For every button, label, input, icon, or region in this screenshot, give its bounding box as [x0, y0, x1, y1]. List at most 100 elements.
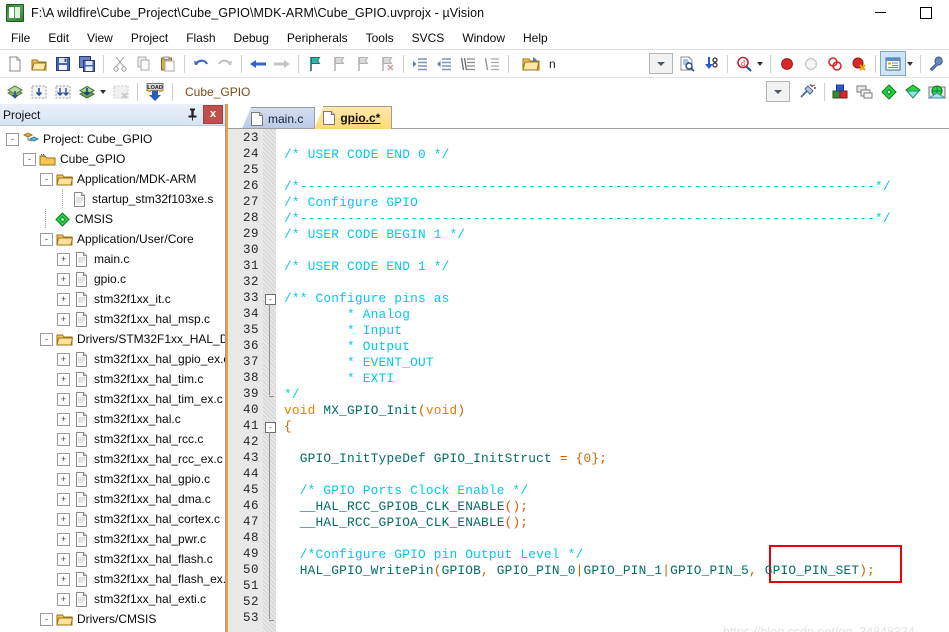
- tree-item[interactable]: + gpio.c: [0, 269, 225, 289]
- collapse-toggle-icon[interactable]: -: [40, 172, 53, 186]
- tree-item[interactable]: + stm32f1xx_hal_tim_ex.c: [0, 389, 225, 409]
- tab-gpio-c[interactable]: gpio.c*: [314, 106, 393, 129]
- code-editor[interactable]: 23 24 25 26 27 28 29 30 31 32 33-34 35 36 37 38 39 40 41-…: [228, 129, 949, 632]
- expand-toggle-icon[interactable]: +: [57, 352, 70, 366]
- collapse-toggle-icon[interactable]: -: [40, 332, 53, 346]
- tree-item[interactable]: + stm32f1xx_hal.c: [0, 409, 225, 429]
- find-dropdown-caret[interactable]: [757, 61, 763, 66]
- target-options-icon[interactable]: [796, 80, 820, 103]
- menu-flash[interactable]: Flash: [177, 28, 224, 48]
- menu-debug[interactable]: Debug: [225, 28, 278, 48]
- outdent-icon[interactable]: [432, 52, 456, 75]
- target-select-dropdown[interactable]: [766, 81, 790, 102]
- kill-all-breakpoints-icon[interactable]: [847, 52, 871, 75]
- open-file-icon[interactable]: [27, 52, 51, 75]
- tree-item[interactable]: - Drivers/CMSIS: [0, 609, 225, 629]
- menu-peripherals[interactable]: Peripherals: [278, 28, 357, 48]
- paste-icon[interactable]: [156, 52, 180, 75]
- code-fold-toggle[interactable]: -: [265, 294, 276, 305]
- collapse-toggle-icon[interactable]: -: [40, 232, 53, 246]
- tree-item[interactable]: + stm32f1xx_hal_tim.c: [0, 369, 225, 389]
- tab-main-c[interactable]: main.c: [242, 107, 316, 129]
- find-icon[interactable]: d: [732, 52, 756, 75]
- undo-icon[interactable]: [189, 52, 213, 75]
- tree-item[interactable]: CMSIS: [0, 209, 225, 229]
- copy-icon[interactable]: [132, 52, 156, 75]
- comment-icon[interactable]: [456, 52, 480, 75]
- disable-breakpoint-icon[interactable]: [799, 52, 823, 75]
- menu-svcs[interactable]: SVCS: [403, 28, 454, 48]
- expand-toggle-icon[interactable]: +: [57, 272, 70, 286]
- expand-toggle-icon[interactable]: +: [57, 492, 70, 506]
- tree-item[interactable]: startup_stm32f103xe.s: [0, 189, 225, 209]
- open-project-icon[interactable]: [519, 52, 543, 75]
- tree-item[interactable]: - Project: Cube_GPIO: [0, 129, 225, 149]
- indent-icon[interactable]: [408, 52, 432, 75]
- tree-item[interactable]: + stm32f1xx_hal_gpio_ex.c: [0, 349, 225, 369]
- redo-icon[interactable]: [213, 52, 237, 75]
- tree-item[interactable]: - Drivers/STM32F1xx_HAL_Driv: [0, 329, 225, 349]
- bookmark-next-icon[interactable]: [351, 52, 375, 75]
- configure-icon[interactable]: [925, 52, 949, 75]
- expand-toggle-icon[interactable]: +: [57, 512, 70, 526]
- disable-all-breakpoints-icon[interactable]: [823, 52, 847, 75]
- close-panel-button[interactable]: x: [203, 105, 223, 124]
- tree-item[interactable]: + stm32f1xx_hal_msp.c: [0, 309, 225, 329]
- tree-item[interactable]: + stm32f1xx_hal_pwr.c: [0, 529, 225, 549]
- stop-build-icon[interactable]: [109, 80, 133, 103]
- toolbar-combo-dropdown[interactable]: [649, 53, 673, 74]
- manage-runtime-icon[interactable]: [829, 80, 853, 103]
- tree-item[interactable]: + stm32f1xx_hal_flash_ex.c: [0, 569, 225, 589]
- expand-toggle-icon[interactable]: +: [57, 592, 70, 606]
- cmsis-pack-icon[interactable]: [877, 80, 901, 103]
- uncomment-icon[interactable]: [480, 52, 504, 75]
- project-window-icon[interactable]: [880, 51, 906, 76]
- pack-installer-icon[interactable]: [901, 80, 925, 103]
- manage-components-icon[interactable]: [925, 80, 949, 103]
- tree-item[interactable]: + stm32f1xx_hal_rcc_ex.c: [0, 449, 225, 469]
- expand-toggle-icon[interactable]: +: [57, 552, 70, 566]
- expand-toggle-icon[interactable]: +: [57, 572, 70, 586]
- load-icon[interactable]: LOAD: [142, 80, 168, 103]
- project-tree[interactable]: - Project: Cube_GPIO - Cube_GPIO - Applicatio…: [0, 126, 225, 632]
- menu-file[interactable]: File: [2, 28, 39, 48]
- expand-toggle-icon[interactable]: +: [57, 372, 70, 386]
- multi-project-icon[interactable]: [853, 80, 877, 103]
- menu-tools[interactable]: Tools: [357, 28, 403, 48]
- translate-icon[interactable]: [75, 80, 99, 103]
- bookmark-prev-icon[interactable]: [327, 52, 351, 75]
- expand-toggle-icon[interactable]: +: [57, 412, 70, 426]
- tree-item[interactable]: + stm32f1xx_hal_flash.c: [0, 549, 225, 569]
- find-in-files-icon[interactable]: [675, 52, 699, 75]
- tree-item[interactable]: + stm32f1xx_it.c: [0, 289, 225, 309]
- expand-toggle-icon[interactable]: +: [57, 312, 70, 326]
- navigate-back-icon[interactable]: [246, 52, 270, 75]
- collapse-toggle-icon[interactable]: -: [40, 612, 53, 626]
- expand-toggle-icon[interactable]: +: [57, 532, 70, 546]
- save-icon[interactable]: [51, 52, 75, 75]
- rebuild-icon[interactable]: [27, 80, 51, 103]
- code-text-area[interactable]: https://blog.csdn.net/qq_34848334 /* USE…: [276, 129, 949, 632]
- batch-build-icon[interactable]: [51, 80, 75, 103]
- bookmark-clear-icon[interactable]: [375, 52, 399, 75]
- maximize-button[interactable]: [903, 0, 949, 25]
- menu-view[interactable]: View: [78, 28, 122, 48]
- build-dropdown-caret[interactable]: [100, 89, 106, 94]
- expand-toggle-icon[interactable]: +: [57, 292, 70, 306]
- minimize-button[interactable]: [857, 0, 903, 25]
- save-all-icon[interactable]: [75, 52, 99, 75]
- find-next-icon[interactable]: [699, 52, 723, 75]
- expand-toggle-icon[interactable]: +: [57, 472, 70, 486]
- project-window-dropdown-caret[interactable]: [907, 61, 913, 66]
- breakpoint-icon[interactable]: [775, 52, 799, 75]
- collapse-toggle-icon[interactable]: -: [23, 152, 36, 166]
- navigate-forward-icon[interactable]: [270, 52, 294, 75]
- tree-item[interactable]: + stm32f1xx_hal_cortex.c: [0, 509, 225, 529]
- menu-help[interactable]: Help: [514, 28, 557, 48]
- tree-item[interactable]: + stm32f1xx_hal_dma.c: [0, 489, 225, 509]
- expand-toggle-icon[interactable]: +: [57, 252, 70, 266]
- tree-item[interactable]: + stm32f1xx_hal_exti.c: [0, 589, 225, 609]
- collapse-toggle-icon[interactable]: -: [6, 132, 19, 146]
- expand-toggle-icon[interactable]: +: [57, 392, 70, 406]
- menu-project[interactable]: Project: [122, 28, 177, 48]
